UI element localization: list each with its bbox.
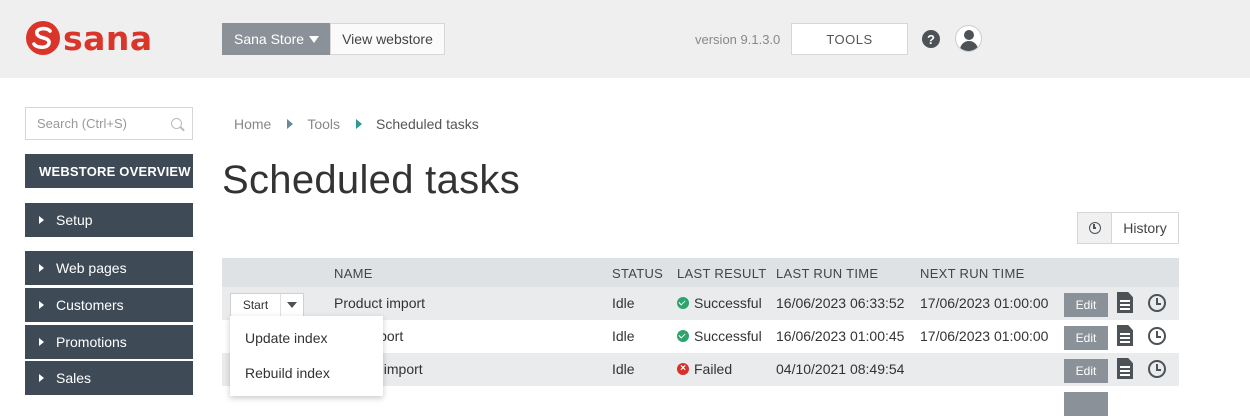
edit-button[interactable]: Edit <box>1064 359 1108 383</box>
version-label: version 9.1.3.0 <box>695 32 781 47</box>
sana-logo[interactable]: sana <box>25 18 153 58</box>
history-icon-wrap <box>1078 213 1112 243</box>
tools-button[interactable]: TOOLS <box>791 23 908 55</box>
history-button[interactable]: History <box>1077 212 1179 244</box>
sidebar-item-setup[interactable]: Setup <box>25 203 193 237</box>
last-result-text: Successful <box>694 328 762 344</box>
caret-right-icon <box>287 119 294 129</box>
edit-button[interactable] <box>1064 392 1108 416</box>
page-title: Scheduled tasks <box>222 158 521 202</box>
caret-right-icon <box>356 119 363 129</box>
top-header: sana Sana Store View webstore version 9.… <box>0 0 1250 78</box>
history-label: History <box>1123 220 1167 236</box>
caret-down-icon <box>287 302 297 308</box>
search-input[interactable] <box>26 108 156 139</box>
user-icon[interactable] <box>955 25 982 52</box>
sidebar-item-web-pages[interactable]: Web pages <box>25 251 193 285</box>
start-dropdown-toggle[interactable] <box>281 302 303 308</box>
failed-icon: × <box>677 363 689 375</box>
logo-text: sana <box>63 18 153 58</box>
caret-down-icon <box>309 36 319 43</box>
column-header-status[interactable]: STATUS <box>612 266 663 281</box>
store-selector-button[interactable]: Sana Store <box>222 23 330 55</box>
edit-button[interactable]: Edit <box>1064 293 1108 317</box>
column-header-last-result[interactable]: LAST RESULT <box>677 266 767 281</box>
column-header-next-run-time[interactable]: NEXT RUN TIME <box>920 266 1025 281</box>
breadcrumb-tools[interactable]: Tools <box>307 116 340 132</box>
avatar-head <box>964 30 974 40</box>
webstore-overview-button[interactable]: WEBSTORE OVERVIEW <box>25 154 193 188</box>
search-box <box>25 107 193 140</box>
sidebar-item-sales[interactable]: Sales <box>25 361 193 395</box>
avatar-body <box>960 41 978 51</box>
sidebar-item-label: Sales <box>56 370 92 386</box>
last-result: Successful <box>677 328 762 344</box>
last-result: × Failed <box>677 361 732 377</box>
document-icon[interactable] <box>1117 358 1133 379</box>
next-run-time: 17/06/2023 01:00:00 <box>920 328 1049 344</box>
caret-right-icon <box>39 264 44 272</box>
search-icon[interactable] <box>171 118 182 129</box>
caret-right-icon <box>39 374 44 382</box>
task-status: Idle <box>612 361 635 377</box>
last-result: Successful <box>677 295 762 311</box>
view-webstore-button[interactable]: View webstore <box>330 23 445 55</box>
next-run-time: 17/06/2023 01:00:00 <box>920 295 1049 311</box>
clock-icon[interactable] <box>1148 360 1166 378</box>
store-selector-label: Sana Store <box>234 31 305 47</box>
start-split-button: Start <box>230 293 304 317</box>
sana-logo-icon <box>26 21 60 55</box>
help-icon[interactable]: ? <box>922 30 940 48</box>
sidebar-item-promotions[interactable]: Promotions <box>25 325 193 359</box>
document-icon[interactable] <box>1117 325 1133 346</box>
caret-right-icon <box>39 338 44 346</box>
clock-icon[interactable] <box>1148 294 1166 312</box>
sidebar-item-label: Web pages <box>56 260 127 276</box>
menu-item-rebuild-index[interactable]: Rebuild index <box>245 365 330 381</box>
clock-icon <box>1088 222 1101 234</box>
start-dropdown-menu: Update index Rebuild index <box>230 316 383 396</box>
sidebar-item-label: Customers <box>56 297 124 313</box>
last-result-text: Successful <box>694 295 762 311</box>
sidebar-item-customers[interactable]: Customers <box>25 288 193 322</box>
sidebar-item-label: Promotions <box>56 334 127 350</box>
start-button[interactable]: Start <box>231 294 281 316</box>
clock-icon[interactable] <box>1148 327 1166 345</box>
column-header-name[interactable]: NAME <box>334 266 373 281</box>
menu-item-update-index[interactable]: Update index <box>245 330 328 346</box>
success-icon <box>677 330 689 342</box>
caret-right-icon <box>39 216 44 224</box>
breadcrumb: Home Tools Scheduled tasks <box>234 116 479 132</box>
document-icon[interactable] <box>1117 292 1133 313</box>
last-run-time: 16/06/2023 01:00:45 <box>776 328 905 344</box>
task-status: Idle <box>612 328 635 344</box>
breadcrumb-home[interactable]: Home <box>234 116 271 132</box>
last-result-text: Failed <box>694 361 733 377</box>
caret-right-icon <box>39 301 44 309</box>
success-icon <box>677 297 689 309</box>
edit-button[interactable]: Edit <box>1064 326 1108 350</box>
breadcrumb-current: Scheduled tasks <box>376 116 479 132</box>
task-status: Idle <box>612 295 635 311</box>
column-header-last-run-time[interactable]: LAST RUN TIME <box>776 266 878 281</box>
last-run-time: 04/10/2021 08:49:54 <box>776 361 905 377</box>
last-run-time: 16/06/2023 06:33:52 <box>776 295 905 311</box>
table-header: NAME STATUS LAST RESULT LAST RUN TIME NE… <box>222 258 1179 287</box>
task-name: Product import <box>334 295 426 311</box>
sidebar-item-label: Setup <box>56 212 93 228</box>
